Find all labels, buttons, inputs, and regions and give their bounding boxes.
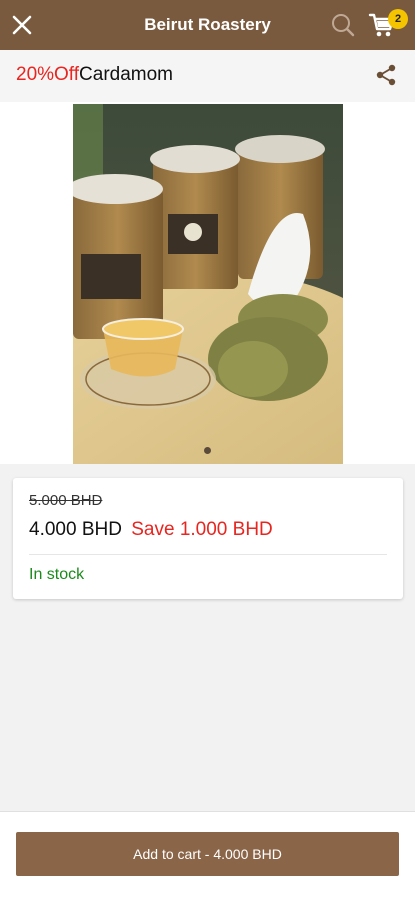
product-title: 20%OffCardamom — [16, 64, 173, 86]
product-image — [73, 104, 343, 464]
old-price: 5.000 BHD — [29, 492, 103, 509]
add-to-cart-button[interactable]: Add to cart - 4.000 BHD — [16, 832, 399, 876]
gallery-indicator-dot — [204, 447, 211, 454]
stock-status: In stock — [29, 566, 85, 583]
price-card: 5.000 BHD 4.000 BHD Save 1.000 BHD In st… — [13, 478, 403, 599]
cart-count-badge: 2 — [388, 9, 408, 29]
divider — [29, 554, 387, 555]
search-icon[interactable] — [330, 12, 356, 38]
close-icon — [12, 15, 32, 35]
app-bar: Beirut Roastery — [0, 0, 415, 50]
new-price: 4.000 BHD — [29, 519, 122, 540]
share-icon[interactable] — [375, 64, 397, 86]
save-amount: Save 1.000 BHD — [131, 519, 273, 540]
close-button[interactable] — [6, 9, 38, 41]
price-row: 4.000 BHD Save 1.000 BHD — [29, 519, 273, 541]
discount-label: 20%Off — [16, 64, 80, 85]
product-title-row: 20%OffCardamom — [0, 50, 415, 102]
product-name: Cardamom — [79, 64, 174, 85]
